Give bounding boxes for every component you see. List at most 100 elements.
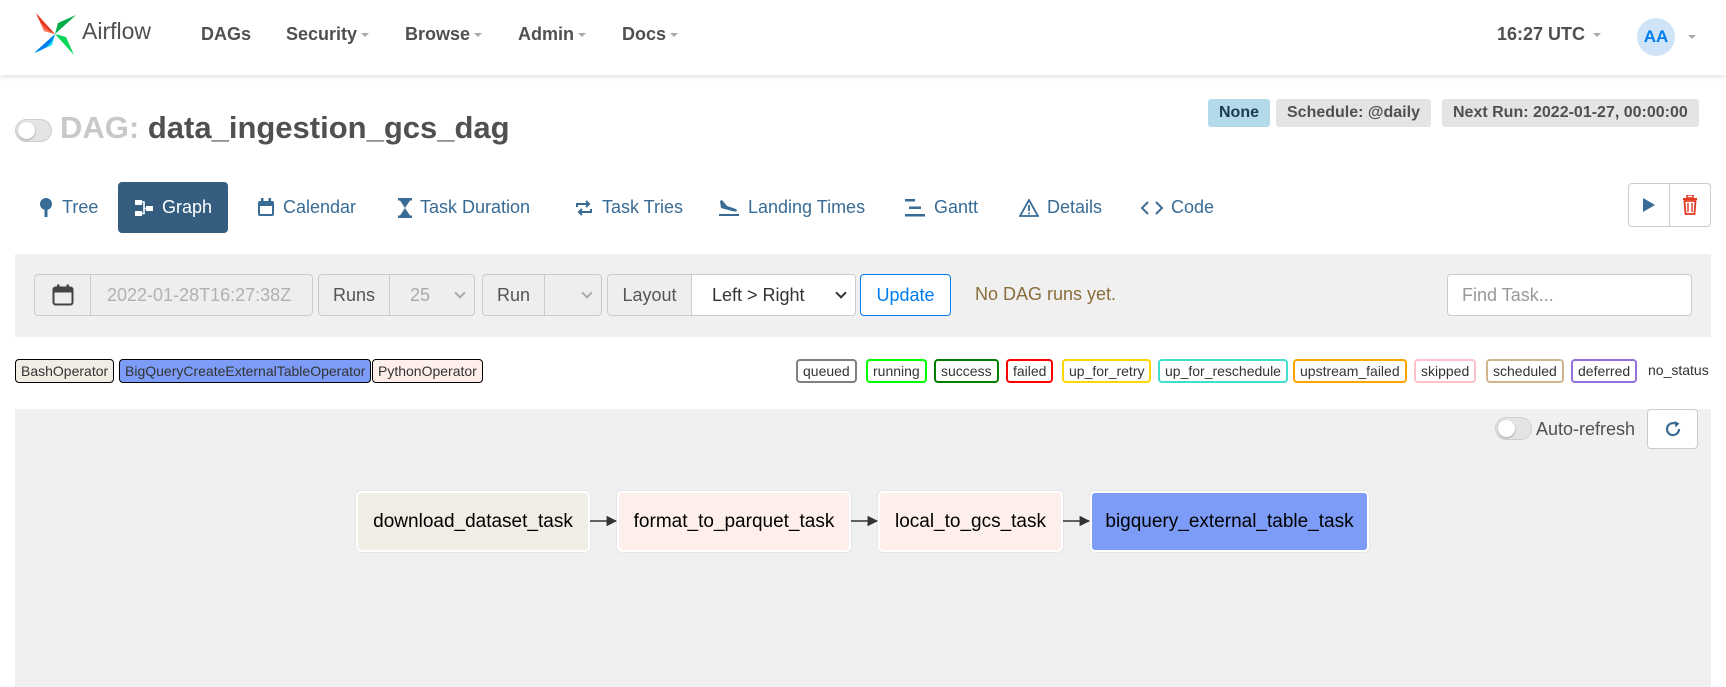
airflow-logo[interactable]: Airflow [32, 10, 151, 58]
status-message: No DAG runs yet. [975, 284, 1117, 304]
dag-graph-canvas[interactable] [15, 409, 1711, 687]
refresh-icon [1665, 421, 1680, 437]
tab-task-duration[interactable]: Task Duration [382, 182, 546, 233]
auto-refresh-label: Auto-refresh [1536, 419, 1636, 439]
runs-label: Runs [318, 274, 390, 316]
pinwheel-icon [34, 13, 76, 55]
tab-task-duration-label: Task Duration [420, 197, 531, 217]
task-node-label: bigquery_external_table_task [1105, 510, 1354, 532]
chevron-down-icon [581, 287, 593, 299]
chevron-down-icon [454, 287, 466, 299]
user-avatar[interactable]: AA [1637, 18, 1675, 56]
update-button[interactable]: Update [860, 274, 951, 316]
dag-pause-toggle[interactable] [15, 119, 52, 142]
clock-label: 16:27 UTC [1497, 24, 1586, 44]
tab-landing-times[interactable]: Landing Times [702, 182, 881, 233]
graph-icon [135, 199, 153, 216]
timezone-clock[interactable]: 16:27 UTC [1497, 24, 1602, 45]
state-legend-no-status[interactable]: no_status [1648, 362, 1709, 378]
state-legend-item[interactable]: deferred [1571, 359, 1638, 383]
runs-label-text: Runs [332, 284, 376, 305]
layout-select[interactable]: Left > Right [691, 274, 856, 316]
state-legend-item[interactable]: up_for_retry [1062, 359, 1152, 383]
caret-down-icon [1593, 33, 1602, 38]
state-legend-item[interactable]: skipped [1414, 359, 1477, 383]
chevron-down-icon [835, 287, 847, 299]
tab-details-label: Details [1047, 197, 1103, 217]
runs-select[interactable]: 25 [389, 274, 475, 316]
tab-calendar-label: Calendar [283, 197, 357, 217]
layout-label-text: Layout [622, 284, 677, 305]
tree-icon [40, 197, 52, 217]
operator-legend-item[interactable]: BashOperator [15, 359, 115, 383]
tab-tree-label: Tree [62, 197, 99, 217]
tab-graph-label: Graph [162, 197, 213, 217]
caret-down-icon [361, 33, 370, 38]
retry-icon [576, 199, 592, 216]
tab-graph[interactable]: Graph [118, 182, 229, 233]
nav-browse-label: Browse [405, 24, 471, 44]
nav-security[interactable]: Security [286, 24, 370, 45]
task-node[interactable]: format_to_parquet_task [617, 491, 851, 552]
dag-name: data_ingestion_gcs_dag [147, 110, 510, 145]
user-menu-caret-icon[interactable] [1688, 35, 1696, 39]
owner-badge[interactable]: None [1208, 99, 1270, 127]
tab-tree[interactable]: Tree [22, 182, 114, 233]
nav-admin[interactable]: Admin [518, 24, 586, 45]
state-legend-item[interactable]: queued [796, 359, 857, 383]
tab-code[interactable]: Code [1125, 182, 1230, 233]
tab-gantt-label: Gantt [934, 197, 979, 217]
caret-down-icon [578, 33, 586, 38]
caret-down-icon [670, 33, 679, 38]
base-date-input[interactable]: 2022-01-28T16:27:38Z [90, 274, 313, 316]
state-legend-item[interactable]: up_for_reschedule [1158, 359, 1288, 383]
trigger-dag-button[interactable] [1628, 183, 1670, 227]
hourglass-icon [398, 197, 412, 218]
state-legend-item[interactable]: success [934, 359, 999, 383]
tab-calendar[interactable]: Calendar [241, 182, 372, 233]
tab-code-label: Code [1171, 197, 1215, 217]
run-select[interactable] [544, 274, 602, 316]
delete-dag-button[interactable] [1669, 183, 1711, 227]
task-node-label: format_to_parquet_task [633, 510, 835, 532]
state-legend-item[interactable]: running [866, 359, 927, 383]
runs-select-value: 25 [410, 284, 431, 305]
refresh-button[interactable] [1647, 409, 1698, 449]
nav-dags[interactable]: DAGs [201, 24, 251, 45]
tab-gantt[interactable]: Gantt [888, 182, 994, 233]
run-label: Run [482, 274, 545, 316]
code-icon [1141, 200, 1163, 215]
run-label-text: Run [496, 284, 531, 305]
state-legend-item[interactable]: scheduled [1486, 359, 1564, 383]
app-name: Airflow [82, 18, 152, 44]
base-date-calendar-button[interactable] [34, 274, 91, 316]
state-legend-item[interactable]: upstream_failed [1293, 359, 1407, 383]
task-node[interactable]: local_to_gcs_task [878, 491, 1063, 552]
task-node[interactable]: bigquery_external_table_task [1090, 491, 1369, 552]
next-run-badge: Next Run: 2022-01-27, 00:00:00 [1442, 99, 1699, 127]
dag-prefix: DAG: [60, 110, 140, 145]
operator-legend-item[interactable]: BigQueryCreateExternalTableOperator [119, 359, 372, 383]
nav-docs[interactable]: Docs [622, 24, 679, 45]
base-date-value: 2022-01-28T16:27:38Z [107, 284, 292, 305]
nav-dags-label: DAGs [201, 24, 252, 44]
operator-legend-item[interactable]: PythonOperator [372, 359, 483, 383]
caret-down-icon [474, 33, 483, 38]
tab-task-tries[interactable]: Task Tries [558, 182, 699, 233]
schedule-badge: Schedule: @daily [1276, 99, 1431, 127]
nav-browse[interactable]: Browse [405, 24, 483, 45]
layout-select-value: Left > Right [712, 284, 805, 305]
gantt-icon [905, 198, 925, 216]
find-task-input[interactable] [1447, 274, 1692, 316]
tab-landing-times-label: Landing Times [748, 197, 866, 217]
page-title: DAG: data_ingestion_gcs_dag [60, 110, 510, 146]
task-node[interactable]: download_dataset_task [356, 491, 590, 552]
task-node-label: local_to_gcs_task [894, 510, 1047, 532]
trash-icon [1683, 195, 1697, 215]
auto-refresh-toggle[interactable] [1495, 417, 1532, 440]
tab-details[interactable]: Details [1003, 182, 1118, 233]
state-legend-item[interactable]: failed [1006, 359, 1054, 383]
calendar-icon [258, 198, 274, 216]
plane-landing-icon [719, 199, 739, 216]
calendar-icon [52, 284, 73, 306]
